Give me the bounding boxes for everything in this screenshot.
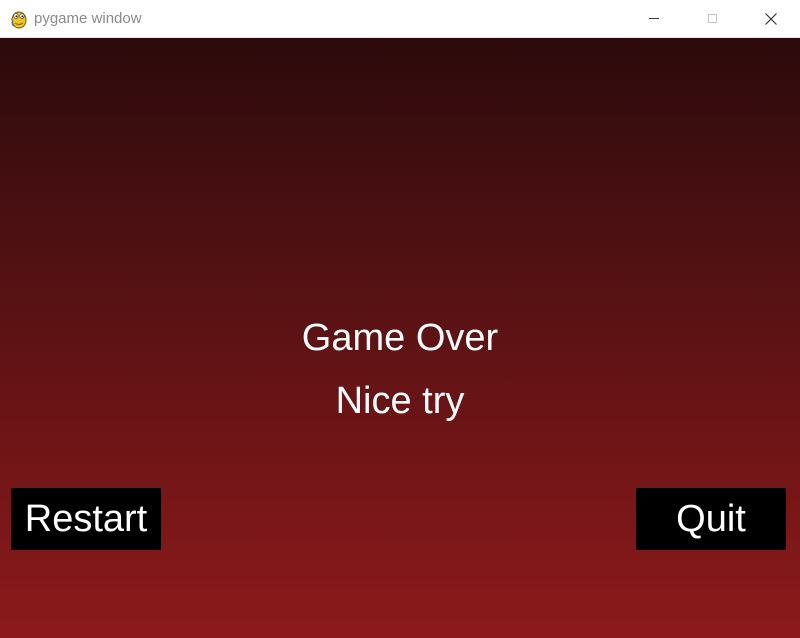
minimize-button[interactable] <box>624 0 683 37</box>
restart-button[interactable]: Restart <box>11 488 161 550</box>
window-title: pygame window <box>34 10 142 27</box>
maximize-icon <box>708 14 717 23</box>
maximize-button[interactable] <box>683 0 742 37</box>
title-bar[interactable]: pygame window <box>0 0 800 38</box>
quit-button[interactable]: Quit <box>636 488 786 550</box>
game-canvas: Game Over Nice try Restart Quit <box>0 38 800 638</box>
close-icon <box>764 12 777 25</box>
game-over-subtitle: Nice try <box>335 380 465 422</box>
pygame-window: pygame window Game Over Nice try Restart… <box>0 0 800 638</box>
game-over-title: Game Over <box>301 317 499 359</box>
close-button[interactable] <box>741 0 800 37</box>
minimize-icon <box>648 18 659 19</box>
pygame-snake-icon <box>11 11 27 29</box>
